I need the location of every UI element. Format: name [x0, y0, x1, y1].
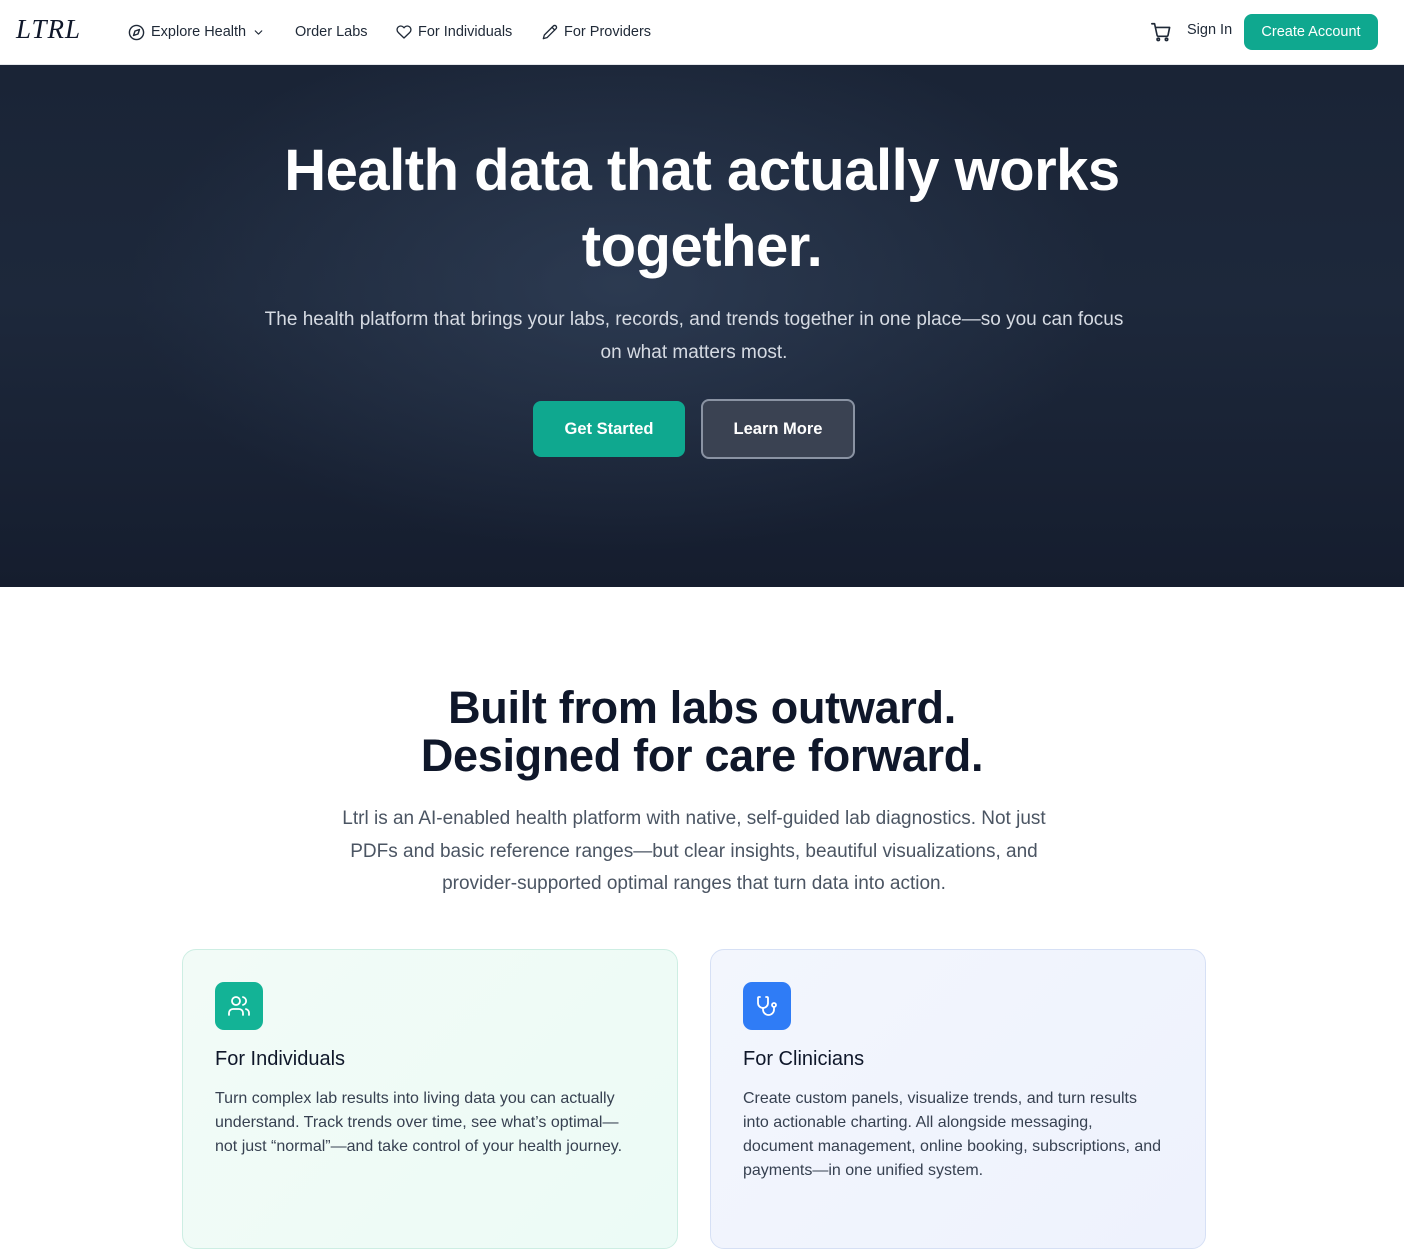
card-text-line-3: not just “normal”—and take control of yo… [215, 1138, 623, 1155]
card-text: Turn complex lab results into living dat… [215, 1087, 647, 1159]
sign-in-link[interactable]: Sign In [1187, 22, 1232, 38]
heart-icon [396, 24, 412, 40]
hero-subtitle-line-2: on what matters most. [600, 342, 788, 363]
card-text-line-2: understand. Track trends over time, see … [215, 1114, 619, 1131]
card-text-line-1: Create custom panels, visualize trends, … [743, 1090, 1137, 1107]
nav-order-labs-label: Order Labs [295, 24, 368, 40]
chevron-down-icon [252, 26, 265, 39]
section-title-line-1: Built from labs outward. [448, 682, 956, 733]
stethoscope-icon [743, 982, 791, 1030]
top-navigation: LTRL Explore Health Order Labs For Indiv… [0, 0, 1404, 65]
hero-section: Health data that actually works together… [0, 65, 1404, 587]
card-text-line-3: document management, online booking, sub… [743, 1138, 1162, 1155]
nav-for-providers[interactable]: For Providers [542, 20, 651, 44]
section-title: Built from labs outward. Designed for ca… [0, 684, 1404, 780]
card-for-clinicians: For Clinicians Create custom panels, vis… [710, 949, 1206, 1249]
learn-more-button[interactable]: Learn More [701, 399, 855, 459]
section-text-line-3: provider-supported optimal ranges that t… [442, 873, 946, 894]
nav-for-providers-label: For Providers [564, 24, 652, 40]
card-title: For Clinicians [743, 1048, 865, 1070]
logo[interactable]: LTRL [16, 14, 81, 45]
hero-title-line-2: together. [581, 214, 823, 279]
card-for-individuals: For Individuals Turn complex lab results… [182, 949, 678, 1249]
hero-title-line-1: Health data that actually works [284, 138, 1120, 203]
nav-for-individuals-label: For Individuals [418, 24, 513, 40]
nav-for-individuals[interactable]: For Individuals [396, 20, 512, 44]
section-title-line-2: Designed for care forward. [420, 730, 984, 781]
cart-icon[interactable] [1150, 21, 1172, 43]
card-text-line-1: Turn complex lab results into living dat… [215, 1090, 615, 1107]
users-icon [215, 982, 263, 1030]
create-account-button[interactable]: Create Account [1244, 14, 1378, 50]
nav-explore-health[interactable]: Explore Health [128, 20, 265, 44]
get-started-button[interactable]: Get Started [533, 401, 685, 457]
nav-order-labs[interactable]: Order Labs [295, 20, 368, 44]
nav-explore-health-label: Explore Health [151, 24, 247, 40]
hero-subtitle-line-1: The health platform that brings your lab… [264, 309, 1124, 330]
card-text: Create custom panels, visualize trends, … [743, 1087, 1175, 1183]
card-title: For Individuals [215, 1048, 346, 1070]
compass-icon [128, 24, 145, 41]
card-text-line-2: into actionable charting. All alongside … [743, 1114, 1093, 1131]
pencil-icon [542, 24, 558, 40]
section-description: Ltrl is an AI-enabled health platform wi… [314, 803, 1074, 901]
section-text-line-1: Ltrl is an AI-enabled health platform wi… [342, 808, 1046, 829]
card-text-line-4: payments—in one unified system. [743, 1162, 984, 1179]
section-text-line-2: PDFs and basic reference ranges—but clea… [350, 840, 1038, 862]
hero-title: Health data that actually works together… [0, 133, 1404, 285]
hero-subtitle: The health platform that brings your lab… [232, 303, 1156, 369]
